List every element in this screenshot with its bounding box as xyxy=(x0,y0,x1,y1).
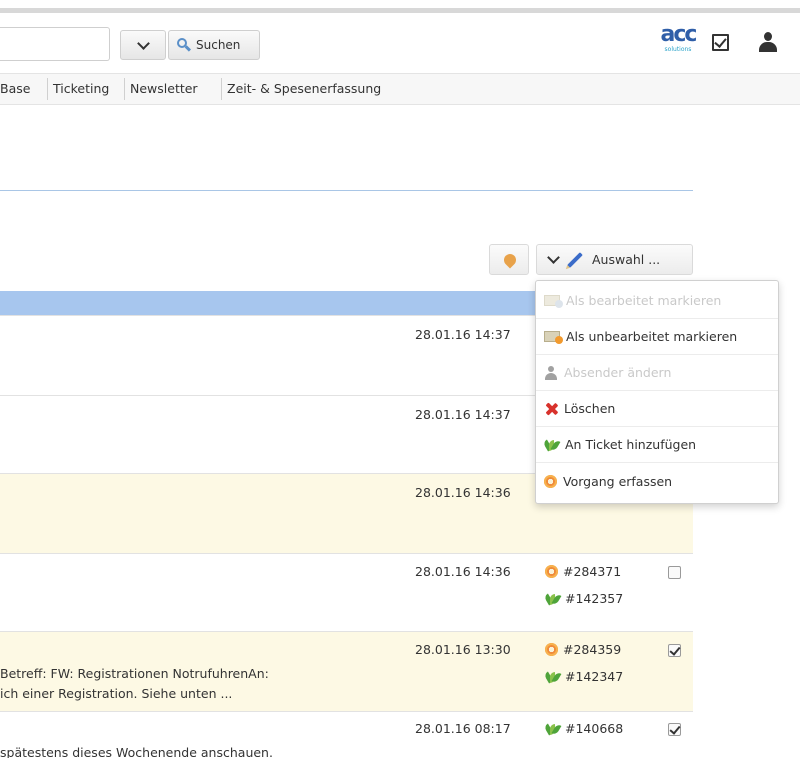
ticket-reference[interactable]: #142357 xyxy=(543,591,624,606)
nav-separator xyxy=(124,78,125,100)
row-preview: ich einer Registration. Siehe unten ... xyxy=(0,686,233,701)
nav-item-time-expenses[interactable]: Zeit- & Spesenerfassung xyxy=(227,81,381,96)
process-reference[interactable]: #284359 xyxy=(545,642,621,657)
row-date: 28.01.16 14:37 xyxy=(415,407,511,422)
top-divider xyxy=(0,8,800,13)
section-divider xyxy=(0,190,693,191)
main-navigation: Base Ticketing Newsletter Zeit- & Spesen… xyxy=(0,73,800,105)
tasks-checkbox-icon[interactable] xyxy=(712,34,729,51)
sprout-icon xyxy=(543,670,562,684)
chevron-down-icon xyxy=(136,36,150,50)
process-reference[interactable]: #284371 xyxy=(545,564,621,579)
row-date: 28.01.16 13:30 xyxy=(415,642,511,657)
company-logo[interactable]: acc solutions xyxy=(655,24,701,60)
delete-x-icon xyxy=(544,402,558,416)
menu-item-change-sender[interactable]: Absender ändern xyxy=(536,355,778,391)
table-row[interactable]: 28.01.16 08:17 spätestens dieses Wochene… xyxy=(0,711,693,758)
person-icon xyxy=(544,365,558,380)
menu-item-label: Löschen xyxy=(564,401,616,416)
pin-icon xyxy=(501,251,519,269)
row-date: 28.01.16 08:17 xyxy=(415,721,511,736)
menu-item-label: An Ticket hinzufügen xyxy=(565,437,697,452)
row-checkbox[interactable] xyxy=(668,644,681,657)
menu-item-label: Vorgang erfassen xyxy=(563,473,673,489)
selection-actions-label: Auswahl ... xyxy=(592,252,661,267)
ticket-reference[interactable]: #142347 xyxy=(543,669,624,684)
ticket-number: #142347 xyxy=(565,669,624,684)
row-checkbox[interactable] xyxy=(668,566,681,579)
row-date: 28.01.16 14:36 xyxy=(415,564,511,579)
nav-item-newsletter[interactable]: Newsletter xyxy=(130,81,198,96)
logo-subtext: solutions xyxy=(664,46,692,53)
sprout-icon xyxy=(543,722,562,736)
nav-item-ticketing[interactable]: Ticketing xyxy=(53,81,109,96)
row-date: 28.01.16 14:37 xyxy=(415,327,511,342)
top-strip xyxy=(0,0,800,14)
menu-item-mark-processed[interactable]: Als bearbeitet markieren xyxy=(536,283,778,319)
search-button[interactable]: Suchen xyxy=(168,30,260,60)
search-button-label: Suchen xyxy=(196,38,241,52)
gear-icon xyxy=(545,565,558,578)
logo-text: acc xyxy=(660,22,698,47)
ticket-number: #142357 xyxy=(565,591,624,606)
process-number: #284359 xyxy=(563,642,622,657)
menu-item-create-process[interactable]: Vorgang erfassen xyxy=(536,463,778,499)
ticket-reference[interactable]: #140668 xyxy=(543,721,624,736)
mail-unread-icon xyxy=(544,331,563,344)
ticket-number: #140668 xyxy=(565,721,624,736)
search-icon xyxy=(177,38,192,52)
selection-actions-button[interactable]: Auswahl ... xyxy=(536,244,693,275)
menu-item-label: Absender ändern xyxy=(564,365,672,380)
menu-item-mark-unprocessed[interactable]: Als unbearbeitet markieren xyxy=(536,319,778,355)
table-row[interactable]: 28.01.16 14:36 #284371 #142357 xyxy=(0,553,693,631)
table-row[interactable]: 28.01.16 13:30 Betreff: FW: Registration… xyxy=(0,631,693,711)
menu-item-label: Als bearbeitet markieren xyxy=(566,293,722,308)
row-subject: Betreff: FW: Registrationen NotrufuhrenA… xyxy=(0,666,269,681)
pencil-icon xyxy=(567,251,583,268)
selection-actions-menu: Als bearbeitet markieren Als unbearbeite… xyxy=(535,280,779,504)
menu-item-delete[interactable]: Löschen xyxy=(536,391,778,427)
gear-icon xyxy=(544,474,557,488)
row-checkbox[interactable] xyxy=(668,723,681,736)
mail-icon xyxy=(544,295,563,308)
user-profile-icon[interactable] xyxy=(758,32,778,54)
search-options-button[interactable] xyxy=(120,30,166,60)
process-number: #284371 xyxy=(563,564,622,579)
sprout-icon xyxy=(543,592,562,606)
gear-icon xyxy=(545,643,558,656)
menu-item-add-to-ticket[interactable]: An Ticket hinzufügen xyxy=(536,427,778,463)
nav-item-base[interactable]: Base xyxy=(0,81,30,96)
row-date: 28.01.16 14:36 xyxy=(415,485,511,500)
menu-item-label: Als unbearbeitet markieren xyxy=(566,329,738,344)
row-subject: spätestens dieses Wochenende anschauen. xyxy=(0,745,273,758)
nav-separator xyxy=(221,78,222,100)
search-input[interactable] xyxy=(0,27,110,61)
pin-button[interactable] xyxy=(489,244,529,275)
nav-separator xyxy=(47,78,48,100)
chevron-down-icon xyxy=(547,251,560,264)
sprout-icon xyxy=(542,438,561,452)
